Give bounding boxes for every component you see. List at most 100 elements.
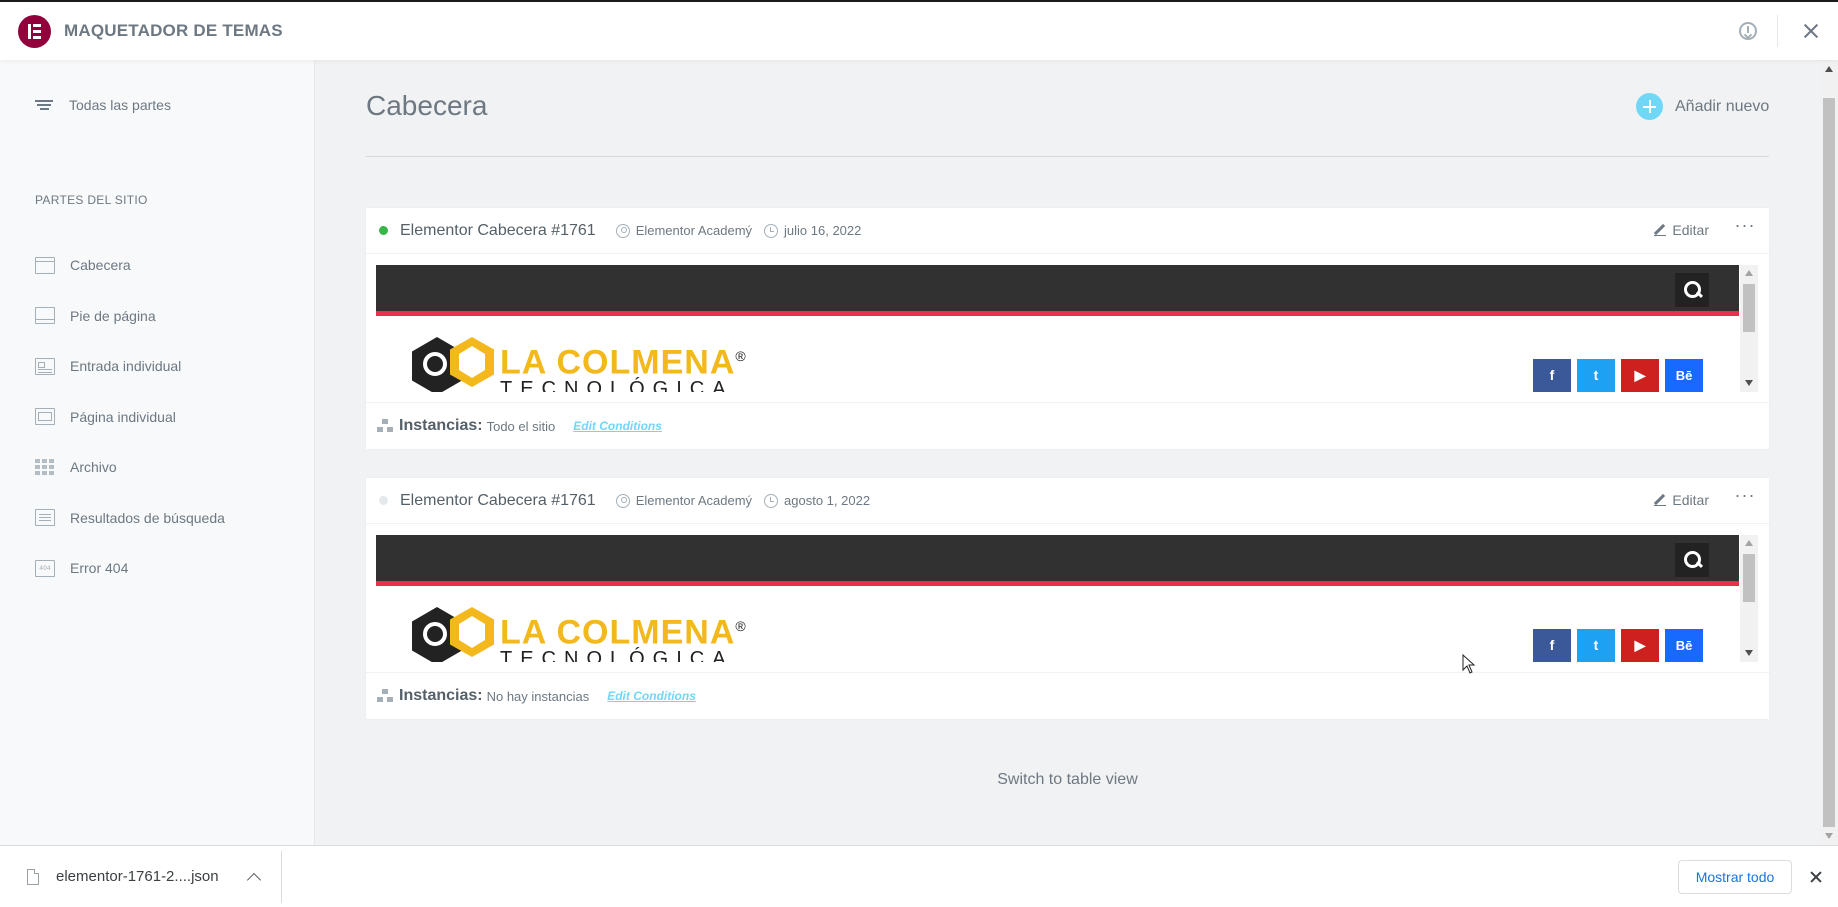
- edit-button[interactable]: Editar: [1654, 492, 1709, 508]
- card-title: Elementor Cabecera #1761: [400, 221, 596, 239]
- scroll-down-icon[interactable]: [1745, 380, 1753, 386]
- search-results-icon: [35, 509, 55, 527]
- sidebar: Todas las partes PARTES DEL SITIO Cabece…: [0, 60, 315, 845]
- sidebar-item-label: Pie de página: [70, 307, 156, 324]
- app-header: MAQUETADOR DE TEMAS: [0, 0, 1838, 60]
- template-preview[interactable]: LA COLMENA® TECNOLÓGICA f t ▶ Bē: [376, 535, 1739, 662]
- divider: [366, 156, 1769, 157]
- show-all-button[interactable]: Mostrar todo: [1678, 860, 1792, 894]
- preview-scrollbar[interactable]: [1740, 535, 1758, 662]
- instances-label: Instancias:: [399, 687, 483, 704]
- card-author: Elementor Academý: [635, 493, 753, 508]
- sidebar-item-label: Cabecera: [70, 257, 131, 274]
- card-title: Elementor Cabecera #1761: [400, 491, 596, 509]
- sidebar-item-error-404[interactable]: 404 Error 404: [35, 543, 225, 594]
- status-active-icon: [379, 226, 388, 235]
- sidebar-item-single-page[interactable]: Página individual: [35, 392, 225, 443]
- single-page-icon: [35, 408, 55, 426]
- sidebar-item-label: Entrada individual: [70, 358, 182, 375]
- sidebar-heading: PARTES DEL SITIO: [35, 193, 148, 207]
- scrollbar-thumb[interactable]: [1823, 98, 1835, 827]
- page-scrollbar[interactable]: [1820, 60, 1838, 845]
- sidebar-item-label: Error 404: [70, 560, 129, 577]
- twitter-icon: t: [1577, 359, 1615, 392]
- sidebar-item-all-parts[interactable]: Todas las partes: [35, 97, 171, 113]
- main-content: Cabecera Añadir nuevo Elementor Cabecera…: [316, 60, 1820, 845]
- sidebar-item-archive[interactable]: Archivo: [35, 442, 225, 493]
- preview-logo: LA COLMENA® TECNOLÓGICA: [412, 337, 747, 392]
- scrollbar-thumb[interactable]: [1743, 554, 1755, 602]
- card-footer: Instancias: No hay instancias Edit Condi…: [366, 672, 1769, 719]
- user-icon: [615, 223, 630, 238]
- download-file-name[interactable]: elementor-1761-2....json: [56, 868, 219, 885]
- registered-mark: ®: [735, 348, 747, 364]
- template-card: Elementor Cabecera #1761 Elementor Acade…: [366, 478, 1769, 719]
- pencil-icon: [1654, 224, 1667, 236]
- edit-conditions-link[interactable]: Edit Conditions: [573, 419, 662, 433]
- more-options-icon[interactable]: ···: [1733, 216, 1757, 240]
- sidebar-item-label: Página individual: [70, 408, 176, 425]
- sidebar-item-header[interactable]: Cabecera: [35, 240, 225, 291]
- sitemap-icon: [377, 419, 393, 433]
- sidebar-item-single-post[interactable]: Entrada individual: [35, 341, 225, 392]
- chevron-up-icon[interactable]: [246, 872, 261, 887]
- close-icon[interactable]: [1808, 869, 1824, 885]
- switch-to-table-view-link[interactable]: Switch to table view: [366, 771, 1769, 789]
- facebook-icon: f: [1533, 629, 1571, 662]
- brand-subtitle: TECNOLÓGICA: [500, 378, 734, 392]
- scroll-down-icon[interactable]: [1825, 833, 1833, 839]
- preview-scrollbar[interactable]: [1740, 265, 1758, 392]
- user-icon: [615, 493, 630, 508]
- sitemap-icon: [377, 689, 393, 703]
- add-new-button[interactable]: Añadir nuevo: [1636, 93, 1769, 120]
- download-bar: elementor-1761-2....json Mostrar todo: [0, 845, 1838, 907]
- elementor-logo-icon: [18, 14, 51, 48]
- page-title: Cabecera: [366, 90, 488, 121]
- brand-subtitle: TECNOLÓGICA: [500, 648, 734, 662]
- edit-conditions-link[interactable]: Edit Conditions: [607, 689, 696, 703]
- sidebar-item-label: Resultados de búsqueda: [70, 509, 225, 526]
- clock-icon: [764, 493, 779, 508]
- clock-icon: [764, 223, 779, 238]
- more-options-icon[interactable]: ···: [1733, 486, 1757, 510]
- instances-value: No hay instancias: [486, 688, 590, 704]
- import-icon[interactable]: [1739, 22, 1757, 40]
- file-icon: [27, 868, 39, 885]
- status-inactive-icon: [379, 496, 388, 505]
- app-title: MAQUETADOR DE TEMAS: [64, 21, 283, 40]
- twitter-icon: t: [1577, 629, 1615, 662]
- scroll-down-icon[interactable]: [1745, 650, 1753, 656]
- plus-icon: [1636, 93, 1663, 120]
- divider: [1777, 15, 1778, 47]
- sidebar-item-footer[interactable]: Pie de página: [35, 291, 225, 342]
- error-404-icon: 404: [35, 559, 55, 577]
- archive-icon: [35, 458, 55, 476]
- card-header: Elementor Cabecera #1761 Elementor Acade…: [366, 208, 1769, 254]
- behance-icon: Bē: [1665, 629, 1703, 662]
- instances-value: Todo el sitio: [486, 418, 556, 434]
- divider: [280, 850, 282, 903]
- pencil-icon: [1654, 494, 1667, 506]
- scroll-up-icon[interactable]: [1745, 270, 1753, 276]
- scrollbar-thumb[interactable]: [1743, 284, 1755, 332]
- facebook-icon: f: [1533, 359, 1571, 392]
- registered-mark: ®: [735, 618, 747, 634]
- sidebar-item-label: Archivo: [70, 459, 117, 476]
- template-preview[interactable]: LA COLMENA® TECNOLÓGICA f t ▶ Bē: [376, 265, 1739, 392]
- card-header: Elementor Cabecera #1761 Elementor Acade…: [366, 478, 1769, 524]
- youtube-icon: ▶: [1621, 629, 1659, 662]
- footer-icon: [35, 307, 55, 325]
- header-icon: [35, 256, 55, 274]
- preview-top-bar: [376, 535, 1739, 586]
- brand-name: LA COLMENA: [500, 343, 736, 382]
- search-icon: [1675, 543, 1709, 577]
- template-card: Elementor Cabecera #1761 Elementor Acade…: [366, 208, 1769, 449]
- edit-button[interactable]: Editar: [1654, 222, 1709, 238]
- social-icons: f t ▶ Bē: [1533, 359, 1703, 392]
- close-icon[interactable]: [1796, 16, 1826, 46]
- scroll-up-icon[interactable]: [1825, 66, 1833, 72]
- preview-top-bar: [376, 265, 1739, 316]
- sidebar-item-search-results[interactable]: Resultados de búsqueda: [35, 493, 225, 544]
- scroll-up-icon[interactable]: [1745, 540, 1753, 546]
- card-date: agosto 1, 2022: [784, 493, 871, 508]
